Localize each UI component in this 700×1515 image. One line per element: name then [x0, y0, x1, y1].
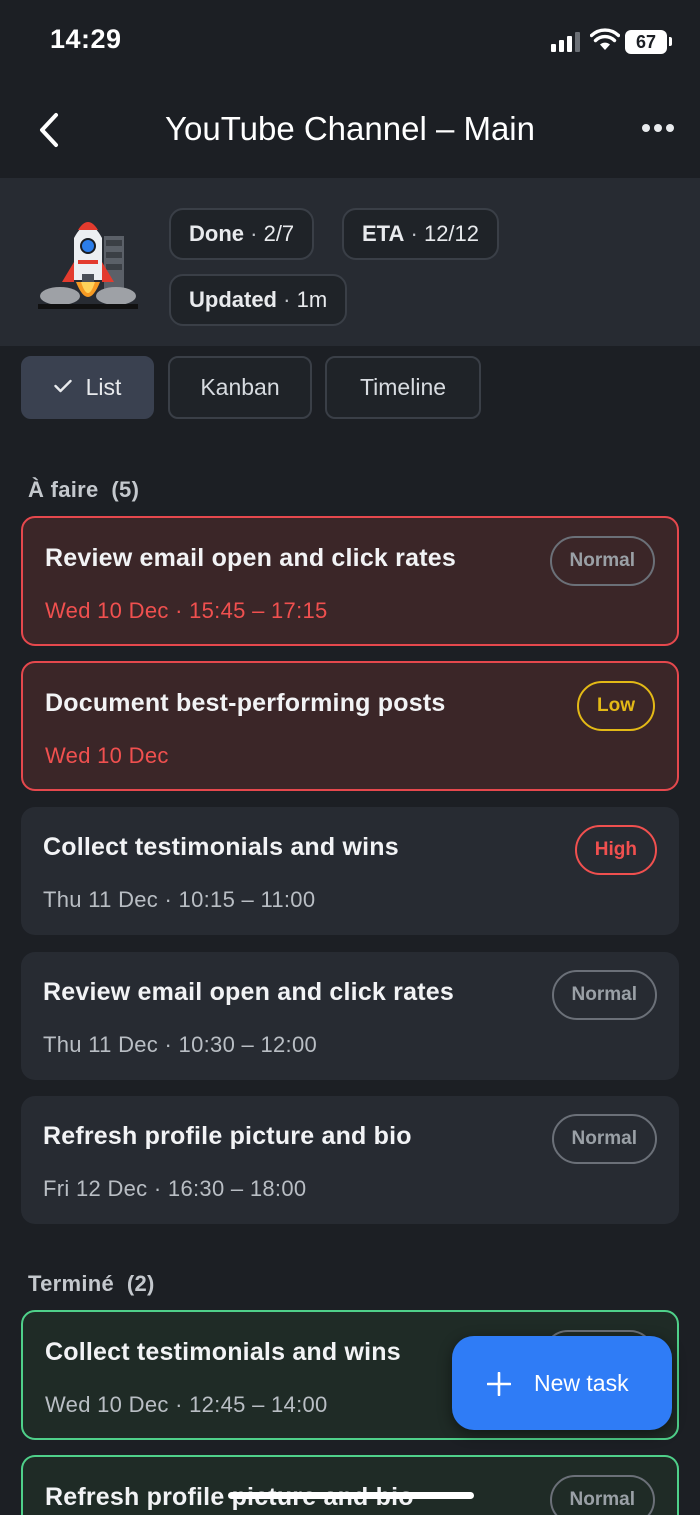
- done-chip: Done · 2/7: [169, 208, 315, 260]
- home-indicator[interactable]: [228, 1492, 474, 1499]
- view-tab-kanban[interactable]: Kanban: [168, 356, 312, 419]
- eta-chip-separator: ·: [410, 221, 418, 246]
- battery-tip: [669, 37, 672, 46]
- section-count-done: (2): [126, 1271, 155, 1296]
- ellipsis-icon[interactable]: [642, 124, 676, 134]
- task-title: Refresh profile picture and bio: [43, 1122, 412, 1150]
- priority-badge: High: [574, 825, 657, 875]
- plus-icon: [487, 1372, 511, 1396]
- navigation-bar: YouTube Channel – Main: [0, 84, 700, 178]
- eta-chip: ETA · 12/12: [342, 208, 500, 260]
- priority-badge: Normal: [551, 970, 657, 1020]
- section-title-todo: À faire: [28, 477, 99, 502]
- view-tab-timeline[interactable]: Timeline: [325, 356, 481, 419]
- task-card[interactable]: Review email open and click rates Wed 10…: [21, 516, 679, 646]
- task-card[interactable]: Review email open and click rates Thu 11…: [21, 952, 679, 1080]
- updated-chip: Updated · 1m: [169, 274, 348, 326]
- battery-indicator: 67: [625, 30, 667, 54]
- section-count-todo: (5): [111, 477, 140, 502]
- task-title: Review email open and click rates: [43, 978, 454, 1006]
- priority-badge: Normal: [551, 1114, 657, 1164]
- priority-badge: Low: [577, 681, 655, 731]
- eta-chip-value: 12/12: [423, 221, 480, 246]
- done-chip-label: Done: [189, 221, 244, 246]
- updated-chip-value: 1m: [296, 287, 328, 312]
- task-schedule: Wed 10 Dec: [45, 743, 169, 768]
- task-title: Review email open and click rates: [45, 544, 456, 572]
- view-tab-list-label: List: [85, 374, 122, 400]
- view-tab-list[interactable]: List: [21, 356, 154, 419]
- view-tab-kanban-label: Kanban: [200, 374, 280, 400]
- section-title-done: Terminé: [28, 1271, 115, 1296]
- priority-badge: Normal: [549, 1475, 655, 1515]
- task-schedule: Wed 10 Dec · 12:45 – 14:00: [45, 1392, 328, 1417]
- eta-chip-label: ETA: [362, 221, 405, 246]
- priority-badge: Normal: [549, 536, 655, 586]
- task-title: Collect testimonials and wins: [43, 833, 399, 861]
- status-time: 14:29: [50, 24, 122, 54]
- project-summary: Done · 2/7 ETA · 12/12 Updated · 1m: [0, 178, 700, 346]
- task-card[interactable]: Refresh profile picture and bio Normal: [21, 1455, 679, 1515]
- task-card[interactable]: Refresh profile picture and bio Fri 12 D…: [21, 1096, 679, 1224]
- updated-chip-separator: ·: [283, 287, 291, 312]
- task-schedule: Thu 11 Dec · 10:15 – 11:00: [43, 887, 316, 912]
- task-title: Collect testimonials and wins: [45, 1338, 401, 1366]
- section-header-done: Terminé (2): [28, 1271, 155, 1297]
- view-tab-timeline-label: Timeline: [359, 374, 447, 400]
- task-card[interactable]: Collect testimonials and wins Thu 11 Dec…: [21, 807, 679, 935]
- rocket-icon: [38, 222, 138, 309]
- new-task-label: New task: [534, 1370, 629, 1396]
- page-title: YouTube Channel – Main: [165, 110, 535, 147]
- done-chip-value: 2/7: [263, 221, 295, 246]
- task-title: Document best-performing posts: [45, 689, 446, 717]
- task-schedule: Fri 12 Dec · 16:30 – 18:00: [43, 1176, 307, 1201]
- section-header-todo: À faire (5): [28, 477, 139, 503]
- new-task-button[interactable]: New task: [452, 1336, 672, 1430]
- task-schedule: Wed 10 Dec · 15:45 – 17:15: [45, 598, 328, 623]
- task-card[interactable]: Document best-performing posts Wed 10 De…: [21, 661, 679, 791]
- checkmark-icon: [53, 379, 72, 393]
- task-schedule: Thu 11 Dec · 10:30 – 12:00: [43, 1032, 318, 1057]
- status-bar: 14:29 67: [0, 0, 700, 84]
- updated-chip-label: Updated: [189, 287, 277, 312]
- cellular-signal-icon: [551, 32, 581, 52]
- done-chip-separator: ·: [250, 221, 258, 246]
- wifi-icon: [590, 28, 620, 50]
